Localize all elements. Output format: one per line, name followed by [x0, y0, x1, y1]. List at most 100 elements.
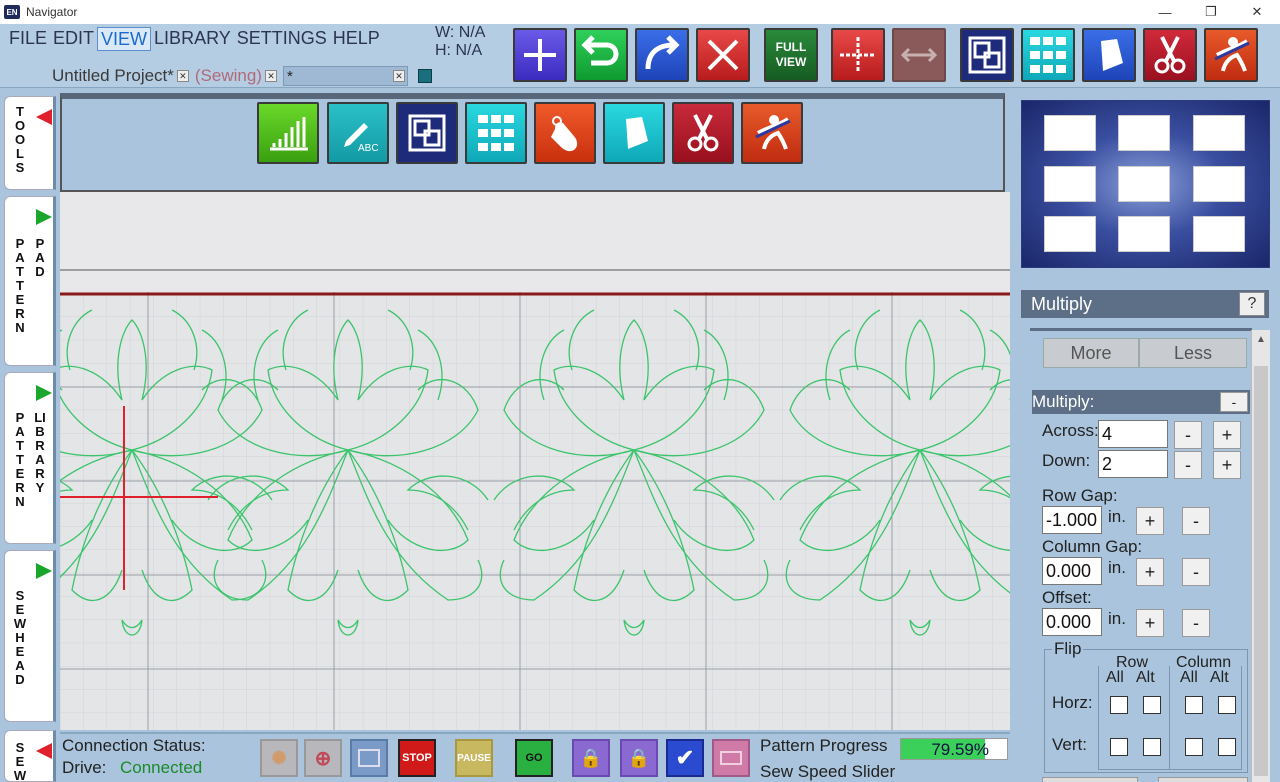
horz-row-alt-checkbox[interactable] — [1143, 696, 1161, 714]
resize-tool-button[interactable] — [396, 102, 458, 164]
more-options-button[interactable] — [1158, 777, 1248, 782]
quilt-canvas[interactable] — [60, 192, 1010, 730]
scroll-up-icon[interactable]: ▲ — [1252, 330, 1270, 348]
row-gap-decrement-button[interactable]: - — [1182, 507, 1210, 535]
crop-tool-button[interactable] — [603, 102, 665, 164]
menu-view[interactable]: VIEW — [97, 27, 152, 51]
lock-horizontal-button[interactable]: 🔒 — [620, 739, 658, 777]
tab-sewhead[interactable]: SEWHEAD — [4, 550, 56, 722]
lock-vertical-button[interactable]: 🔒 — [572, 739, 610, 777]
tab-indicator[interactable] — [417, 69, 432, 83]
undo-button[interactable] — [574, 28, 628, 82]
full-view-button[interactable]: FULL VIEW — [764, 28, 818, 82]
pause-button[interactable]: PAUSE — [455, 739, 493, 777]
preview-cell — [1118, 115, 1170, 151]
vert-column-alt-checkbox[interactable] — [1218, 738, 1236, 756]
tab-tools[interactable]: TOOLS — [4, 96, 56, 190]
tab-pattern-pad-label-2: PAD — [35, 236, 45, 279]
multiply-panel: More Less Multiply: - Across: 4 - + Down… — [1030, 328, 1252, 782]
add-button[interactable] — [513, 28, 567, 82]
tie-off-button[interactable]: ✺ — [260, 739, 298, 777]
scroll-thumb[interactable] — [1254, 366, 1268, 776]
minimize-button[interactable]: — — [1142, 0, 1188, 24]
status-bar: Connection Status: Drive: Connected ✺ ⊕ … — [60, 732, 1010, 782]
horz-column-alt-checkbox[interactable] — [1218, 696, 1236, 714]
drive-status: Connected — [120, 758, 203, 777]
new-tab-field[interactable]: * ✕ — [282, 66, 408, 86]
tab-sew-label: SEW — [13, 740, 27, 782]
close-tab-icon[interactable]: ✕ — [392, 70, 405, 82]
menu-file[interactable]: FILE — [6, 27, 50, 51]
pattern-view[interactable] — [60, 192, 1010, 730]
vert-column-all-checkbox[interactable] — [1185, 738, 1203, 756]
cut-button[interactable] — [1143, 28, 1197, 82]
column-gap-increment-button[interactable]: + — [1136, 558, 1164, 586]
preview-cell — [1193, 115, 1245, 151]
close-tab-icon[interactable]: ✕ — [176, 70, 189, 82]
column-gap-decrement-button[interactable]: - — [1182, 558, 1210, 586]
horz-label: Horz: — [1052, 693, 1093, 712]
menu-help[interactable]: HELP — [330, 27, 383, 51]
resize-button[interactable] — [960, 28, 1014, 82]
across-decrement-button[interactable]: - — [1174, 421, 1202, 449]
vert-row-alt-checkbox[interactable] — [1143, 738, 1161, 756]
rider-tool-button[interactable] — [741, 102, 803, 164]
plus-icon — [524, 39, 556, 71]
multiply-button[interactable] — [1021, 28, 1075, 82]
stop-button[interactable]: STOP — [398, 739, 436, 777]
check-button[interactable]: ✔ — [666, 739, 704, 777]
target-button[interactable]: ⊕ — [304, 739, 342, 777]
collapse-section-button[interactable]: - — [1220, 392, 1248, 412]
redo-button[interactable] — [635, 28, 689, 82]
scissors-icon — [1154, 36, 1186, 74]
down-increment-button[interactable]: + — [1213, 451, 1241, 479]
text-button[interactable]: ABC — [327, 102, 389, 164]
vert-row-all-checkbox[interactable] — [1110, 738, 1128, 756]
down-decrement-button[interactable]: - — [1174, 451, 1202, 479]
more-options-button[interactable] — [1042, 777, 1138, 782]
more-button[interactable]: More — [1043, 338, 1139, 368]
tab-pattern-pad[interactable]: PATTERN PAD — [4, 196, 56, 366]
offset-decrement-button[interactable]: - — [1182, 609, 1210, 637]
close-tab-icon[interactable]: ✕ — [264, 70, 277, 82]
menu-edit[interactable]: EDIT — [50, 27, 97, 51]
column-gap-input[interactable]: 0.000 — [1042, 557, 1102, 585]
crosshair-button[interactable] — [831, 28, 885, 82]
crop-button[interactable] — [1082, 28, 1136, 82]
frame-button[interactable] — [350, 739, 388, 777]
menu-library[interactable]: LIBRARY — [151, 27, 234, 51]
go-button[interactable]: GO — [515, 739, 553, 777]
help-button[interactable]: ? — [1239, 292, 1265, 316]
cut-tool-button[interactable] — [672, 102, 734, 164]
multiply-tool-button[interactable] — [465, 102, 527, 164]
delete-button[interactable] — [696, 28, 750, 82]
offset-input[interactable]: 0.000 — [1042, 608, 1102, 636]
horz-column-all-checkbox[interactable] — [1185, 696, 1203, 714]
tab-untitled-project[interactable]: Untitled Project* ✕ — [52, 66, 189, 86]
menu-settings[interactable]: SETTINGS — [234, 27, 330, 51]
row-gap-unit: in. — [1108, 507, 1126, 526]
down-label: Down: — [1042, 451, 1091, 470]
close-window-button[interactable]: ✕ — [1234, 0, 1280, 24]
row-gap-input[interactable]: -1.000 — [1042, 506, 1102, 534]
less-button[interactable]: Less — [1139, 338, 1247, 368]
across-increment-button[interactable]: + — [1213, 421, 1241, 449]
row-gap-increment-button[interactable]: + — [1136, 507, 1164, 535]
offset-increment-button[interactable]: + — [1136, 609, 1164, 637]
rider-button[interactable] — [1204, 28, 1258, 82]
tab-sewing[interactable]: (Sewing) ✕ — [195, 66, 277, 86]
distance-button[interactable] — [892, 28, 946, 82]
sew-machine-button[interactable] — [712, 739, 750, 777]
restore-button[interactable]: ❐ — [1188, 0, 1234, 24]
horz-row-all-checkbox[interactable] — [1110, 696, 1128, 714]
across-input[interactable]: 4 — [1098, 420, 1168, 448]
pattern-stats-button[interactable] — [257, 102, 319, 164]
offset-label: Offset: — [1042, 588, 1092, 607]
tab-sew[interactable]: SEW — [4, 730, 56, 782]
tab-pattern-library[interactable]: PATTERN LIBRARY — [4, 372, 56, 544]
down-input[interactable]: 2 — [1098, 450, 1168, 478]
preview-cell — [1193, 216, 1245, 252]
panel-scrollbar[interactable]: ▲ — [1251, 330, 1270, 782]
hand-move-button[interactable] — [534, 102, 596, 164]
multiply-panel-title: Multiply — [1031, 293, 1093, 314]
